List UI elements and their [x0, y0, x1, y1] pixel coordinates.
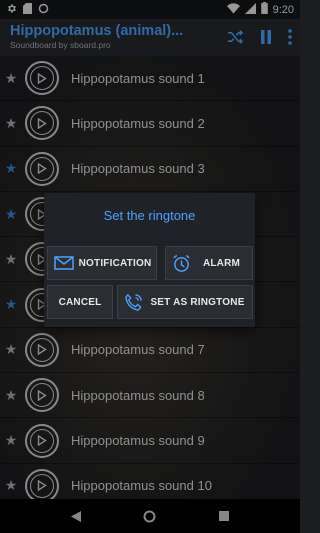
play-button[interactable] — [25, 332, 59, 367]
sound-label[interactable]: Hippopotamus sound 1 — [71, 71, 205, 86]
list-item[interactable]: ★ Hippopotamus sound 8 — [0, 373, 300, 419]
notification-button[interactable]: NOTIFICATION — [47, 246, 157, 280]
battery-icon — [260, 2, 268, 17]
star-icon[interactable]: ★ — [0, 341, 22, 358]
play-icon — [30, 337, 54, 362]
star-icon[interactable]: ★ — [0, 296, 22, 313]
set-as-ringtone-button[interactable]: SET AS RINGTONE — [117, 285, 253, 319]
cancel-button[interactable]: CANCEL — [47, 285, 113, 319]
play-icon — [30, 156, 54, 181]
star-icon[interactable]: ★ — [0, 251, 22, 268]
play-icon — [30, 111, 54, 136]
dialog-title: Set the ringtone — [103, 208, 196, 223]
home-icon[interactable] — [143, 510, 156, 523]
status-bar: 9:20 — [0, 0, 300, 19]
sound-label[interactable]: Hippopotamus sound 10 — [71, 478, 212, 493]
play-icon — [30, 66, 54, 91]
star-icon[interactable]: ★ — [0, 160, 22, 177]
sound-label[interactable]: Hippopotamus sound 7 — [71, 342, 205, 357]
app-bar: Hippopotamus (animal)... Soundboard by s… — [0, 19, 300, 56]
star-icon[interactable]: ★ — [0, 206, 22, 223]
circle-icon — [38, 3, 49, 17]
alarm-label: ALARM — [202, 257, 241, 269]
star-icon[interactable]: ★ — [0, 387, 22, 404]
cancel-label: CANCEL — [58, 296, 102, 308]
star-icon[interactable]: ★ — [0, 70, 22, 87]
list-item[interactable]: ★ Hippopotamus sound 2 — [0, 101, 300, 147]
play-button[interactable] — [25, 61, 59, 96]
list-item[interactable]: ★ Hippopotamus sound 9 — [0, 418, 300, 464]
star-icon[interactable]: ★ — [0, 115, 22, 132]
ringtone-dialog: Set the ringtone NOTIFICATION ALARM CANC… — [44, 193, 255, 327]
notification-label: NOTIFICATION — [78, 257, 152, 269]
list-item[interactable]: ★ Hippopotamus sound 1 — [0, 56, 300, 102]
navigation-bar — [0, 499, 300, 533]
gear-icon — [6, 3, 17, 17]
recents-icon[interactable] — [218, 511, 229, 521]
wifi-icon — [226, 2, 240, 17]
app-title: Hippopotamus (animal)... — [10, 23, 184, 39]
play-button[interactable] — [25, 378, 59, 413]
play-icon — [30, 473, 54, 498]
sound-label[interactable]: Hippopotamus sound 2 — [71, 116, 205, 131]
more-vert-icon[interactable] — [288, 29, 292, 45]
alarm-button[interactable]: ALARM — [165, 246, 253, 280]
phone-ringing-icon — [124, 293, 143, 312]
play-button[interactable] — [25, 151, 59, 186]
alarm-clock-icon — [172, 254, 191, 273]
list-item[interactable]: ★ Hippopotamus sound 10 — [0, 464, 300, 499]
play-button[interactable] — [25, 423, 59, 458]
list-item[interactable]: ★ Hippopotamus sound 3 — [0, 147, 300, 192]
envelope-icon — [54, 256, 74, 270]
play-button[interactable] — [25, 106, 59, 141]
play-icon — [30, 428, 54, 453]
star-icon[interactable]: ★ — [0, 432, 22, 449]
set-as-ringtone-label: SET AS RINGTONE — [150, 296, 245, 308]
sound-label[interactable]: Hippopotamus sound 8 — [71, 388, 205, 403]
shuffle-icon[interactable] — [226, 30, 244, 44]
star-icon[interactable]: ★ — [0, 477, 22, 494]
list-item[interactable]: ★ Hippopotamus sound 7 — [0, 328, 300, 374]
sound-label[interactable]: Hippopotamus sound 3 — [71, 161, 205, 176]
clock: 9:20 — [272, 3, 294, 16]
play-icon — [30, 383, 54, 408]
pause-icon[interactable] — [260, 30, 272, 44]
play-button[interactable] — [25, 468, 59, 499]
sd-card-icon — [23, 2, 32, 17]
signal-icon — [244, 2, 256, 17]
sound-label[interactable]: Hippopotamus sound 9 — [71, 433, 205, 448]
back-icon[interactable] — [71, 510, 82, 522]
